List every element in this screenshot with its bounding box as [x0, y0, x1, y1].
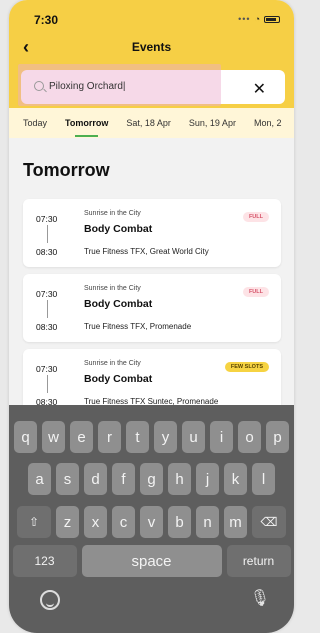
- tab-tomorrow[interactable]: Tomorrow: [65, 118, 108, 137]
- key-s[interactable]: s: [56, 463, 79, 495]
- event-start-time: 07:30: [36, 289, 58, 299]
- event-start-time: 07:30: [36, 214, 58, 224]
- key-j[interactable]: j: [196, 463, 219, 495]
- event-name: Body Combat: [84, 223, 153, 235]
- battery-icon: [264, 15, 280, 23]
- status-icons: ••• ◔: [238, 14, 280, 24]
- on-screen-keyboard: q w e r t y u i o p a s d f g h j k l ⇧ …: [9, 405, 294, 633]
- key-p[interactable]: p: [266, 421, 289, 453]
- space-key[interactable]: space: [81, 545, 222, 577]
- tab-mon[interactable]: Mon, 2: [254, 118, 282, 128]
- keyboard-row-1: q w e r t y u i o p: [9, 421, 294, 453]
- numbers-key[interactable]: 123: [12, 545, 77, 577]
- event-end-time: 08:30: [36, 322, 58, 332]
- key-m[interactable]: m: [224, 506, 247, 538]
- search-input[interactable]: [49, 77, 199, 95]
- key-g[interactable]: g: [140, 463, 163, 495]
- key-o[interactable]: o: [238, 421, 261, 453]
- time-divider: [47, 375, 48, 393]
- key-r[interactable]: r: [98, 421, 121, 453]
- signal-dots-icon: •••: [238, 14, 251, 24]
- status-badge: FULL: [242, 212, 269, 222]
- event-series: Sunrise in the City: [84, 360, 141, 367]
- tab-today[interactable]: Today: [23, 118, 47, 128]
- shift-icon[interactable]: ⇧: [17, 506, 51, 538]
- delete-icon[interactable]: ⌫: [252, 506, 286, 538]
- key-z[interactable]: z: [56, 506, 79, 538]
- key-l[interactable]: l: [252, 463, 275, 495]
- event-start-time: 07:30: [36, 364, 58, 374]
- key-e[interactable]: e: [70, 421, 93, 453]
- search-icon: [34, 81, 44, 91]
- wifi-icon: ◔: [254, 14, 260, 24]
- status-badge: FULL: [242, 287, 269, 297]
- page-title: Events: [131, 40, 172, 54]
- event-end-time: 08:30: [36, 247, 58, 257]
- key-a[interactable]: a: [28, 463, 51, 495]
- key-y[interactable]: y: [154, 421, 177, 453]
- event-card[interactable]: 07:30 08:30 Sunrise in the City Body Com…: [23, 274, 281, 342]
- key-t[interactable]: t: [126, 421, 149, 453]
- return-key[interactable]: return: [226, 545, 291, 577]
- event-series: Sunrise in the City: [84, 285, 141, 292]
- emoji-icon[interactable]: [40, 590, 60, 610]
- key-f[interactable]: f: [112, 463, 135, 495]
- key-h[interactable]: h: [168, 463, 191, 495]
- event-card[interactable]: 07:30 08:30 Sunrise in the City Body Com…: [23, 199, 281, 267]
- tab-sun[interactable]: Sun, 19 Apr: [189, 118, 236, 128]
- key-v[interactable]: v: [140, 506, 163, 538]
- key-b[interactable]: b: [168, 506, 191, 538]
- key-i[interactable]: i: [210, 421, 233, 453]
- event-name: Body Combat: [84, 373, 153, 385]
- key-k[interactable]: k: [224, 463, 247, 495]
- time-divider: [47, 225, 48, 243]
- event-venue: True Fitness TFX, Promenade: [84, 322, 192, 331]
- key-n[interactable]: n: [196, 506, 219, 538]
- microphone-icon[interactable]: 🎙: [250, 588, 270, 608]
- tab-sat[interactable]: Sat, 18 Apr: [126, 118, 171, 128]
- event-venue: True Fitness TFX, Great World City: [84, 247, 209, 256]
- phone-screen: 7:30 ••• ◔ ‹ Events ✕ Today Tomorrow Sat…: [9, 0, 294, 633]
- key-x[interactable]: x: [84, 506, 107, 538]
- event-series: Sunrise in the City: [84, 210, 141, 217]
- keyboard-row-2: a s d f g h j k l: [9, 463, 294, 495]
- key-d[interactable]: d: [84, 463, 107, 495]
- key-w[interactable]: w: [42, 421, 65, 453]
- event-name: Body Combat: [84, 298, 153, 310]
- time-divider: [47, 300, 48, 318]
- status-time: 7:30: [34, 13, 59, 27]
- status-badge: FEW SLOTS: [224, 362, 269, 372]
- key-c[interactable]: c: [112, 506, 135, 538]
- date-tabs: Today Tomorrow Sat, 18 Apr Sun, 19 Apr M…: [9, 108, 294, 138]
- section-title: Tomorrow: [23, 160, 110, 180]
- keyboard-row-3: ⇧ z x c v b n m ⌫: [9, 506, 294, 538]
- keyboard-row-4: 123 space return: [9, 545, 294, 577]
- key-u[interactable]: u: [182, 421, 205, 453]
- key-q[interactable]: q: [14, 421, 37, 453]
- clear-search-icon[interactable]: ✕: [253, 79, 266, 99]
